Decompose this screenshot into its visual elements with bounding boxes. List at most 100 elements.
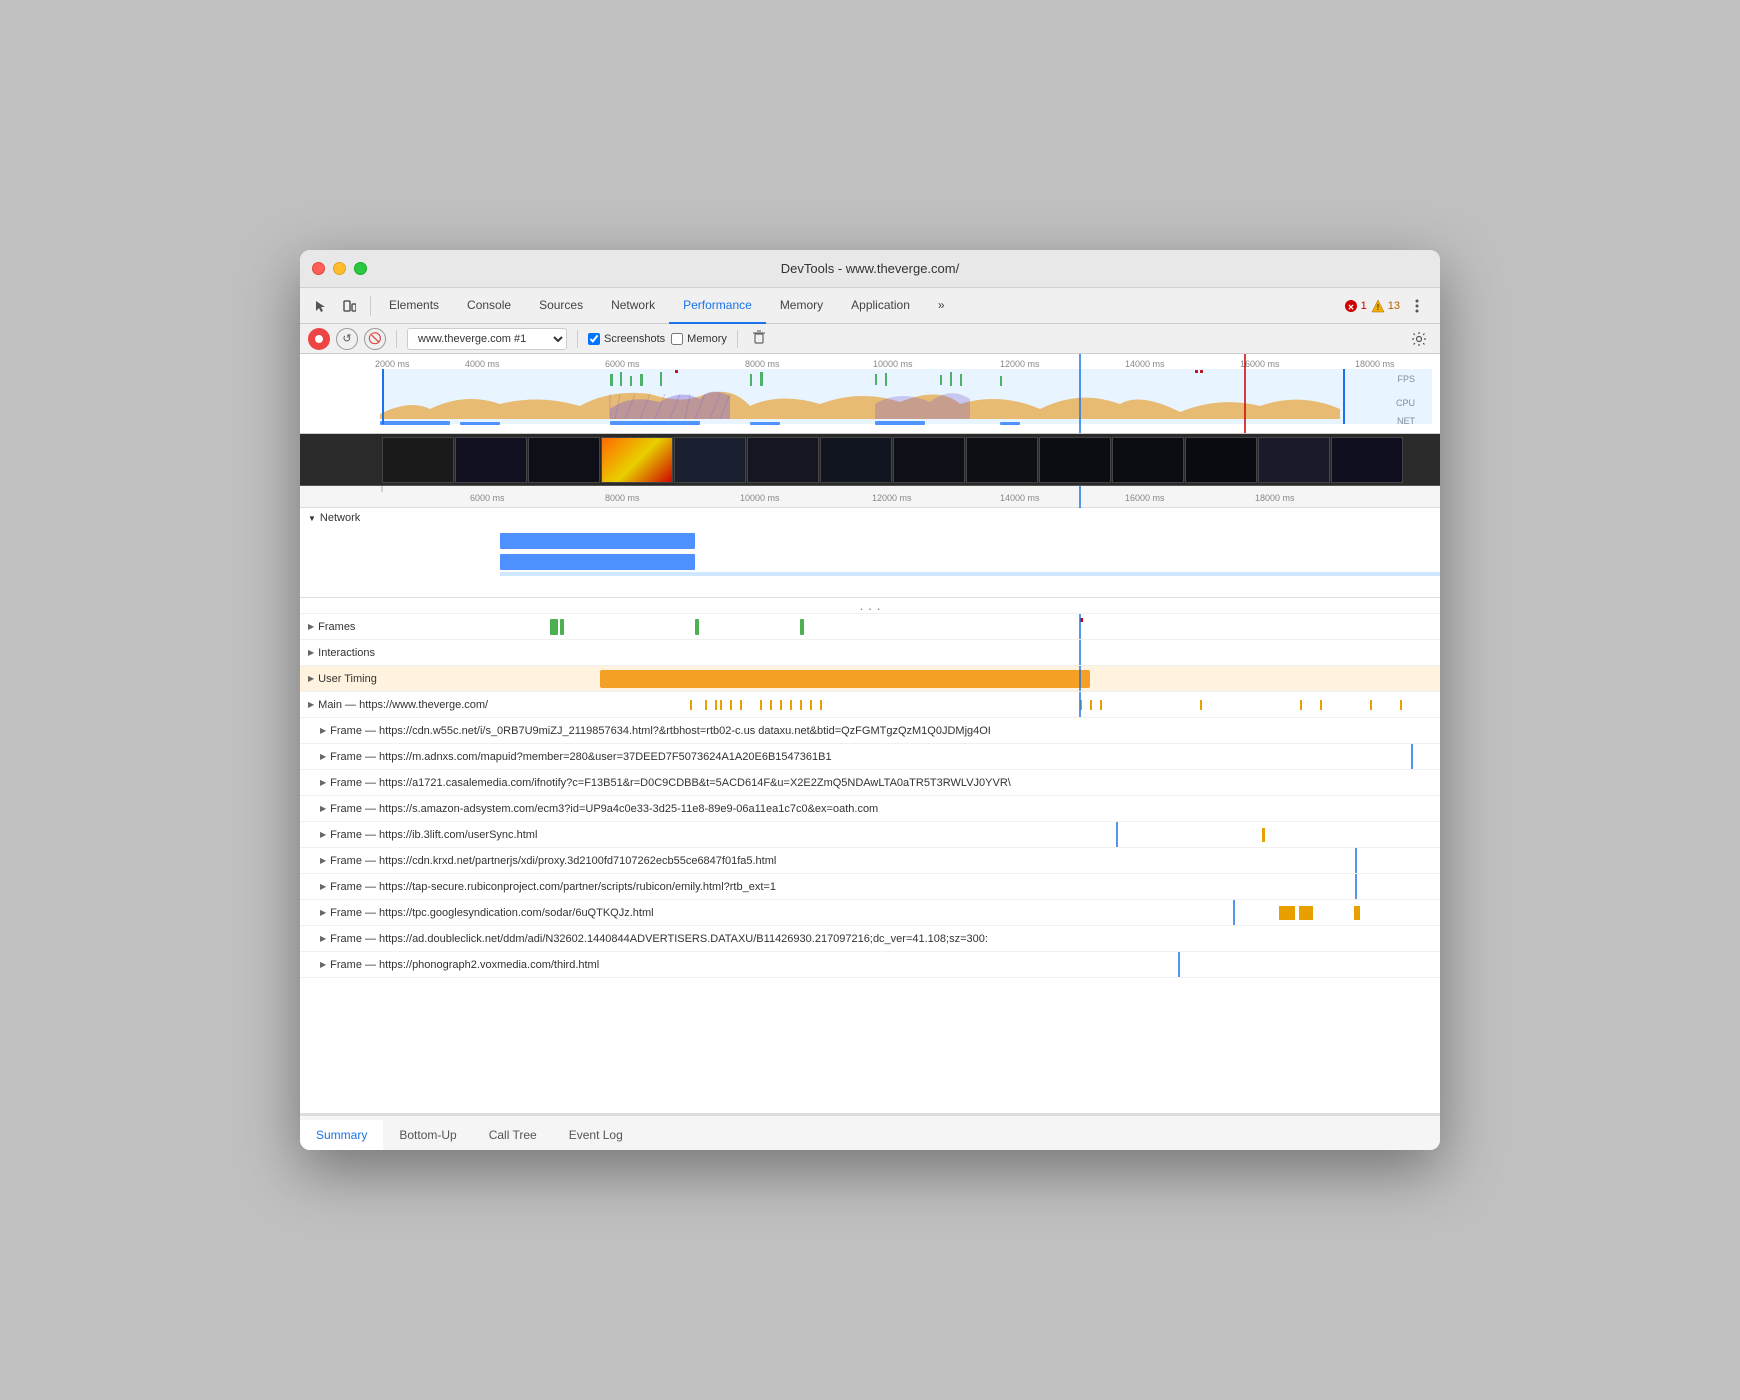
- network-label[interactable]: ▼ Network: [300, 508, 1440, 528]
- triangle-icon: ▶: [320, 726, 326, 735]
- svg-text:8000 ms: 8000 ms: [605, 493, 640, 503]
- tab-memory[interactable]: Memory: [766, 288, 837, 324]
- screenshot-thumb[interactable]: [820, 437, 892, 483]
- error-badge: ✕ 1: [1344, 299, 1367, 313]
- track-row-frame1[interactable]: ▶ Frame — https://cdn.w55c.net/i/s_0RB7U…: [300, 718, 1440, 744]
- reload-record-button[interactable]: ↺: [336, 328, 358, 350]
- track-row-main[interactable]: ▶ Main — https://www.theverge.com/: [300, 692, 1440, 718]
- track-label-frame4: ▶ Frame — https://s.amazon-adsystem.com/…: [300, 803, 878, 815]
- bottom-tabs: Summary Bottom-Up Call Tree Event Log: [300, 1114, 1440, 1150]
- svg-text:2000 ms: 2000 ms: [375, 359, 410, 369]
- settings-icon[interactable]: [1406, 326, 1432, 352]
- track-content-frame2: [832, 744, 1440, 769]
- timeline-overview[interactable]: 2000 ms 4000 ms 6000 ms 8000 ms 10000 ms…: [300, 354, 1440, 434]
- tab-performance[interactable]: Performance: [669, 288, 766, 324]
- screenshot-thumb[interactable]: [1258, 437, 1330, 483]
- tab-more[interactable]: »: [924, 288, 959, 324]
- network-section: ▼ Network: [300, 508, 1440, 598]
- svg-text:12000 ms: 12000 ms: [1000, 359, 1040, 369]
- svg-text:16000 ms: 16000 ms: [1240, 359, 1280, 369]
- triangle-icon: ▶: [320, 830, 326, 839]
- triangle-icon: ▶: [308, 700, 314, 709]
- track-label-frame1: ▶ Frame — https://cdn.w55c.net/i/s_0RB7U…: [300, 725, 991, 737]
- trash-button[interactable]: [752, 330, 766, 347]
- screenshots-checkbox-label[interactable]: Screenshots: [588, 333, 665, 345]
- screenshots-checkbox[interactable]: [588, 333, 600, 345]
- svg-text:18000 ms: 18000 ms: [1355, 359, 1395, 369]
- url-select-container: www.theverge.com #1: [407, 328, 567, 350]
- track-row-frame10[interactable]: ▶ Frame — https://phonograph2.voxmedia.c…: [300, 952, 1440, 978]
- svg-text:4000 ms: 4000 ms: [465, 359, 500, 369]
- track-label-frame6: ▶ Frame — https://cdn.krxd.net/partnerjs…: [300, 855, 776, 867]
- close-button[interactable]: [312, 262, 325, 275]
- triangle-icon: ▶: [320, 960, 326, 969]
- track-row-frames[interactable]: ▶ Frames: [300, 614, 1440, 640]
- devtools-menu-icon[interactable]: [1404, 293, 1430, 319]
- svg-text:18000 ms: 18000 ms: [1255, 493, 1295, 503]
- window-title: DevTools - www.theverge.com/: [781, 261, 959, 276]
- screenshot-thumb[interactable]: [528, 437, 600, 483]
- svg-text:14000 ms: 14000 ms: [1125, 359, 1165, 369]
- tab-console[interactable]: Console: [453, 288, 525, 324]
- tab-sources[interactable]: Sources: [525, 288, 597, 324]
- screenshot-thumb[interactable]: [674, 437, 746, 483]
- track-row-frame6[interactable]: ▶ Frame — https://cdn.krxd.net/partnerjs…: [300, 848, 1440, 874]
- maximize-button[interactable]: [354, 262, 367, 275]
- tracks-section: ▶ Frames ▶ Interactions: [300, 614, 1440, 1114]
- memory-checkbox[interactable]: [671, 333, 683, 345]
- track-row-frame4[interactable]: ▶ Frame — https://s.amazon-adsystem.com/…: [300, 796, 1440, 822]
- warn-badge: ! 13: [1371, 299, 1400, 313]
- track-row-frame5[interactable]: ▶ Frame — https://ib.3lift.com/userSync.…: [300, 822, 1440, 848]
- tab-network[interactable]: Network: [597, 288, 669, 324]
- track-row-frame9[interactable]: ▶ Frame — https://ad.doubleclick.net/ddm…: [300, 926, 1440, 952]
- svg-text:14000 ms: 14000 ms: [1000, 493, 1040, 503]
- clear-button[interactable]: 🚫: [364, 328, 386, 350]
- tab-summary[interactable]: Summary: [300, 1120, 383, 1150]
- track-row-frame7[interactable]: ▶ Frame — https://tap-secure.rubiconproj…: [300, 874, 1440, 900]
- title-bar: DevTools - www.theverge.com/: [300, 250, 1440, 288]
- timeline-overview-svg: 2000 ms 4000 ms 6000 ms 8000 ms 10000 ms…: [300, 354, 1440, 434]
- track-label-user-timing: ▶ User Timing: [300, 673, 500, 685]
- screenshot-thumb[interactable]: [747, 437, 819, 483]
- track-row-frame2[interactable]: ▶ Frame — https://m.adnxs.com/mapuid?mem…: [300, 744, 1440, 770]
- triangle-icon: ▶: [320, 934, 326, 943]
- cursor-icon[interactable]: [308, 293, 334, 319]
- svg-text:16000 ms: 16000 ms: [1125, 493, 1165, 503]
- device-toolbar-icon[interactable]: [336, 293, 362, 319]
- screenshot-thumb[interactable]: [1039, 437, 1111, 483]
- screenshot-thumb[interactable]: [966, 437, 1038, 483]
- ellipsis-row: · · ·: [300, 598, 1440, 614]
- screenshot-thumb[interactable]: [455, 437, 527, 483]
- triangle-icon: ▶: [320, 908, 326, 917]
- svg-text:8000 ms: 8000 ms: [745, 359, 780, 369]
- track-content-user-timing: [500, 666, 1440, 691]
- triangle-icon: ▶: [308, 648, 314, 657]
- triangle-icon: ▶: [308, 622, 314, 631]
- tab-elements[interactable]: Elements: [375, 288, 453, 324]
- screenshot-thumb[interactable]: [1331, 437, 1403, 483]
- minimize-button[interactable]: [333, 262, 346, 275]
- record-button[interactable]: [308, 328, 330, 350]
- track-row-frame3[interactable]: ▶ Frame — https://a1721.casalemedia.com/…: [300, 770, 1440, 796]
- triangle-icon: ▶: [320, 856, 326, 865]
- track-content-frame10: [599, 952, 1440, 977]
- triangle-icon: ▶: [320, 882, 326, 891]
- track-row-frame8[interactable]: ▶ Frame — https://tpc.googlesyndication.…: [300, 900, 1440, 926]
- track-content-frames: [500, 614, 1440, 639]
- devtools-window: DevTools - www.theverge.com/ Elements Co…: [300, 250, 1440, 1150]
- triangle-icon: ▶: [320, 778, 326, 787]
- tab-call-tree[interactable]: Call Tree: [473, 1120, 553, 1150]
- track-row-interactions[interactable]: ▶ Interactions: [300, 640, 1440, 666]
- screenshot-thumb[interactable]: [893, 437, 965, 483]
- tab-bottom-up[interactable]: Bottom-Up: [383, 1120, 472, 1150]
- screenshot-thumb[interactable]: [1185, 437, 1257, 483]
- tab-application[interactable]: Application: [837, 288, 924, 324]
- memory-checkbox-label[interactable]: Memory: [671, 333, 727, 345]
- perf-toolbar: ↺ 🚫 www.theverge.com #1 Screenshots Memo…: [300, 324, 1440, 354]
- screenshot-thumb[interactable]: [601, 437, 673, 483]
- screenshot-thumb[interactable]: [1112, 437, 1184, 483]
- url-select[interactable]: www.theverge.com #1: [407, 328, 567, 350]
- tab-event-log[interactable]: Event Log: [553, 1120, 639, 1150]
- track-row-user-timing[interactable]: ▶ User Timing: [300, 666, 1440, 692]
- screenshot-thumb[interactable]: [382, 437, 454, 483]
